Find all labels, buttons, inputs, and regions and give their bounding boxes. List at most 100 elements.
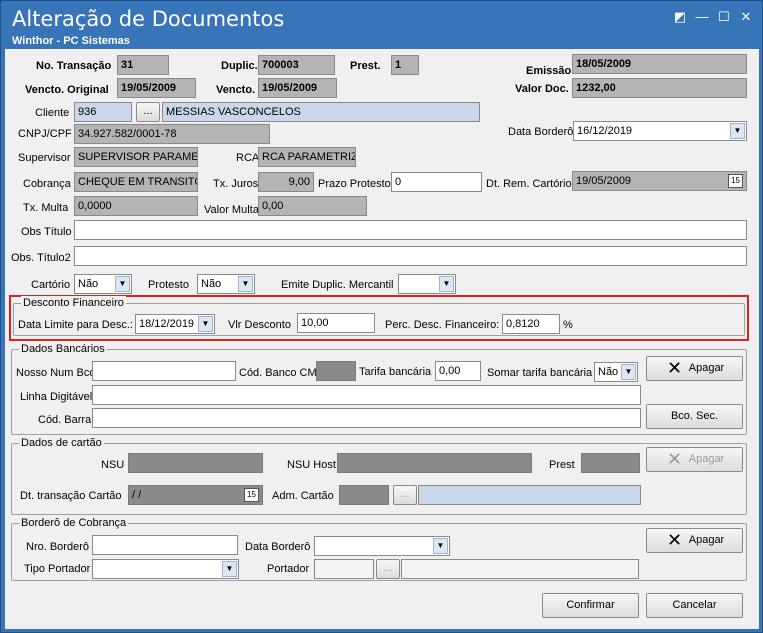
dt-transacao-label: Dt. transação Cartão [20,490,122,502]
chevron-down-icon[interactable]: ▼ [198,316,213,332]
prest-field: 1 [391,55,419,75]
no-transacao-label: No. Transação [36,60,112,72]
emite-duplic-dropdown[interactable]: ▼ [398,274,456,294]
confirmar-button[interactable]: Confirmar [542,593,639,618]
calendar-icon: 15 [244,488,259,502]
minimize-icon[interactable]: — [694,9,710,25]
cliente-search-button[interactable]: ... [136,102,160,122]
close-icon[interactable]: ✕ [738,9,754,25]
chevron-down-icon[interactable]: ▼ [115,276,130,292]
valor-doc-label: Valor Doc. [515,83,569,95]
vencto-original-label: Vencto. Original [25,84,109,96]
somar-tarifa-value: Não [598,366,619,378]
vencto-field: 19/05/2009 [258,78,337,98]
restore-icon[interactable]: ◩ [672,9,688,25]
cnpj-label: CNPJ/CPF [18,128,72,140]
dialog-client-area: No. Transação 31 Duplic. 700003 Prest. 1… [5,49,759,629]
dt-transacao-value: / / [132,489,142,501]
cnpj-field: 34.927.582/0001-78 [74,124,270,144]
adm-cartao-code-field [339,485,389,505]
rca-label: RCA [236,152,260,164]
tipo-portador-label: Tipo Portador [24,563,91,575]
bancarios-apagar-button[interactable]: ✕ Apagar [646,356,743,381]
bordero-data-label: Data Borderô [245,541,311,553]
rca-field: RCA PARAMETRIZA [258,147,356,167]
data-bordero-label: Data Borderô [508,126,574,138]
nsu-label: NSU [101,459,125,471]
chevron-down-icon[interactable]: ▼ [222,561,237,577]
bordero-data-dropdown[interactable]: ▼ [314,536,450,556]
window-title: Alteração de Documentos [12,7,285,31]
protesto-dropdown[interactable]: Não ▼ [197,274,255,294]
dt-transacao-field: / / 15 [128,485,263,505]
cartao-prest-label: Prest [549,459,575,471]
apagar-label: Apagar [688,453,725,465]
tx-multa-label: Tx. Multa [23,202,69,214]
data-limite-dropdown[interactable]: 18/12/2019 ▼ [135,314,215,334]
nsu-host-label: NSU Host [287,459,336,471]
bco-sec-button[interactable]: Bco. Sec. [646,404,743,429]
cod-barra-input[interactable] [92,408,641,428]
dados-bancarios-label: Dados Bancários [19,342,107,356]
window-subtitle: Winthor - PC Sistemas [12,35,130,47]
cartao-apagar-button: ✕ Apagar [646,447,743,472]
cliente-code-field[interactable]: 936 [74,102,132,122]
calendar-icon[interactable]: 15 [728,174,743,188]
portador-search-button: ... [376,559,400,579]
x-icon: ✕ [667,449,683,469]
perc-desc-input[interactable]: 0,8120 [502,314,560,334]
bordero-apagar-button[interactable]: ✕ Apagar [646,528,743,553]
perc-desc-label: Perc. Desc. Financeiro: [385,319,500,331]
tarifa-label: Tarifa bancária [359,366,432,378]
tipo-portador-dropdown[interactable]: ▼ [92,559,239,579]
chevron-down-icon[interactable]: ▼ [621,364,636,380]
portador-name-field [401,559,639,579]
chevron-down-icon[interactable]: ▼ [730,123,745,139]
cliente-name-field: MESSIAS VASCONCELOS [162,102,480,122]
dados-cartao-label: Dados de cartão [19,436,104,450]
emissao-field: 18/05/2009 [572,54,747,74]
adm-cartao-search-button: ... [393,485,417,505]
vlr-desconto-input[interactable]: 10,00 [297,313,375,333]
cancelar-button[interactable]: Cancelar [646,593,743,618]
nsu-host-field [337,453,532,473]
valor-multa-label: Valor Multa [204,204,259,216]
dt-rem-cartorio-field[interactable]: 19/05/2009 15 [572,171,747,191]
no-transacao-field: 31 [117,55,169,75]
prest-label: Prest. [350,60,381,72]
linha-digitavel-input[interactable] [92,385,641,405]
perc-unit: % [563,319,573,331]
apagar-label: Apagar [688,534,725,546]
obs-titulo-label: Obs Título [21,226,72,238]
maximize-icon[interactable]: ☐ [716,9,732,25]
data-limite-value: 18/12/2019 [139,318,195,330]
tx-multa-field: 0,0000 [74,196,198,216]
vencto-original-field: 19/05/2009 [117,78,196,98]
cod-banco-field [316,361,356,381]
chevron-down-icon[interactable]: ▼ [433,538,448,554]
obs-titulo2-input[interactable] [74,246,747,266]
emite-duplic-label: Emite Duplic. Mercantil [281,279,394,291]
nro-bordero-label: Nro. Borderô [26,541,89,553]
cobranca-field: CHEQUE EM TRANSITO [74,172,198,192]
valor-doc-field: 1232,00 [572,78,747,98]
desconto-group-label: Desconto Financeiro [21,296,126,310]
dt-rem-cartorio-value: 19/05/2009 [576,175,632,187]
prazo-protesto-label: Prazo Protesto [318,178,391,190]
tx-juros-field: 9,00 [258,172,314,192]
chevron-down-icon[interactable]: ▼ [439,276,454,292]
data-bordero-dropdown[interactable]: 16/12/2019 ▼ [573,121,747,141]
obs-titulo-input[interactable] [74,220,747,240]
nro-bordero-input[interactable] [92,535,238,555]
chevron-down-icon[interactable]: ▼ [238,276,253,292]
cod-banco-label: Cód. Banco CM [239,367,317,379]
somar-tarifa-label: Somar tarifa bancária [487,367,593,379]
nosso-num-input[interactable] [92,361,236,381]
prazo-protesto-input[interactable]: 0 [391,172,482,192]
tarifa-input[interactable]: 0,00 [435,361,481,381]
somar-tarifa-dropdown[interactable]: Não ▼ [594,362,638,382]
dt-rem-cartorio-label: Dt. Rem. Cartório [486,178,572,190]
duplic-field: 700003 [258,55,335,75]
cartorio-dropdown[interactable]: Não ▼ [74,274,132,294]
cartorio-value: Não [78,278,99,290]
